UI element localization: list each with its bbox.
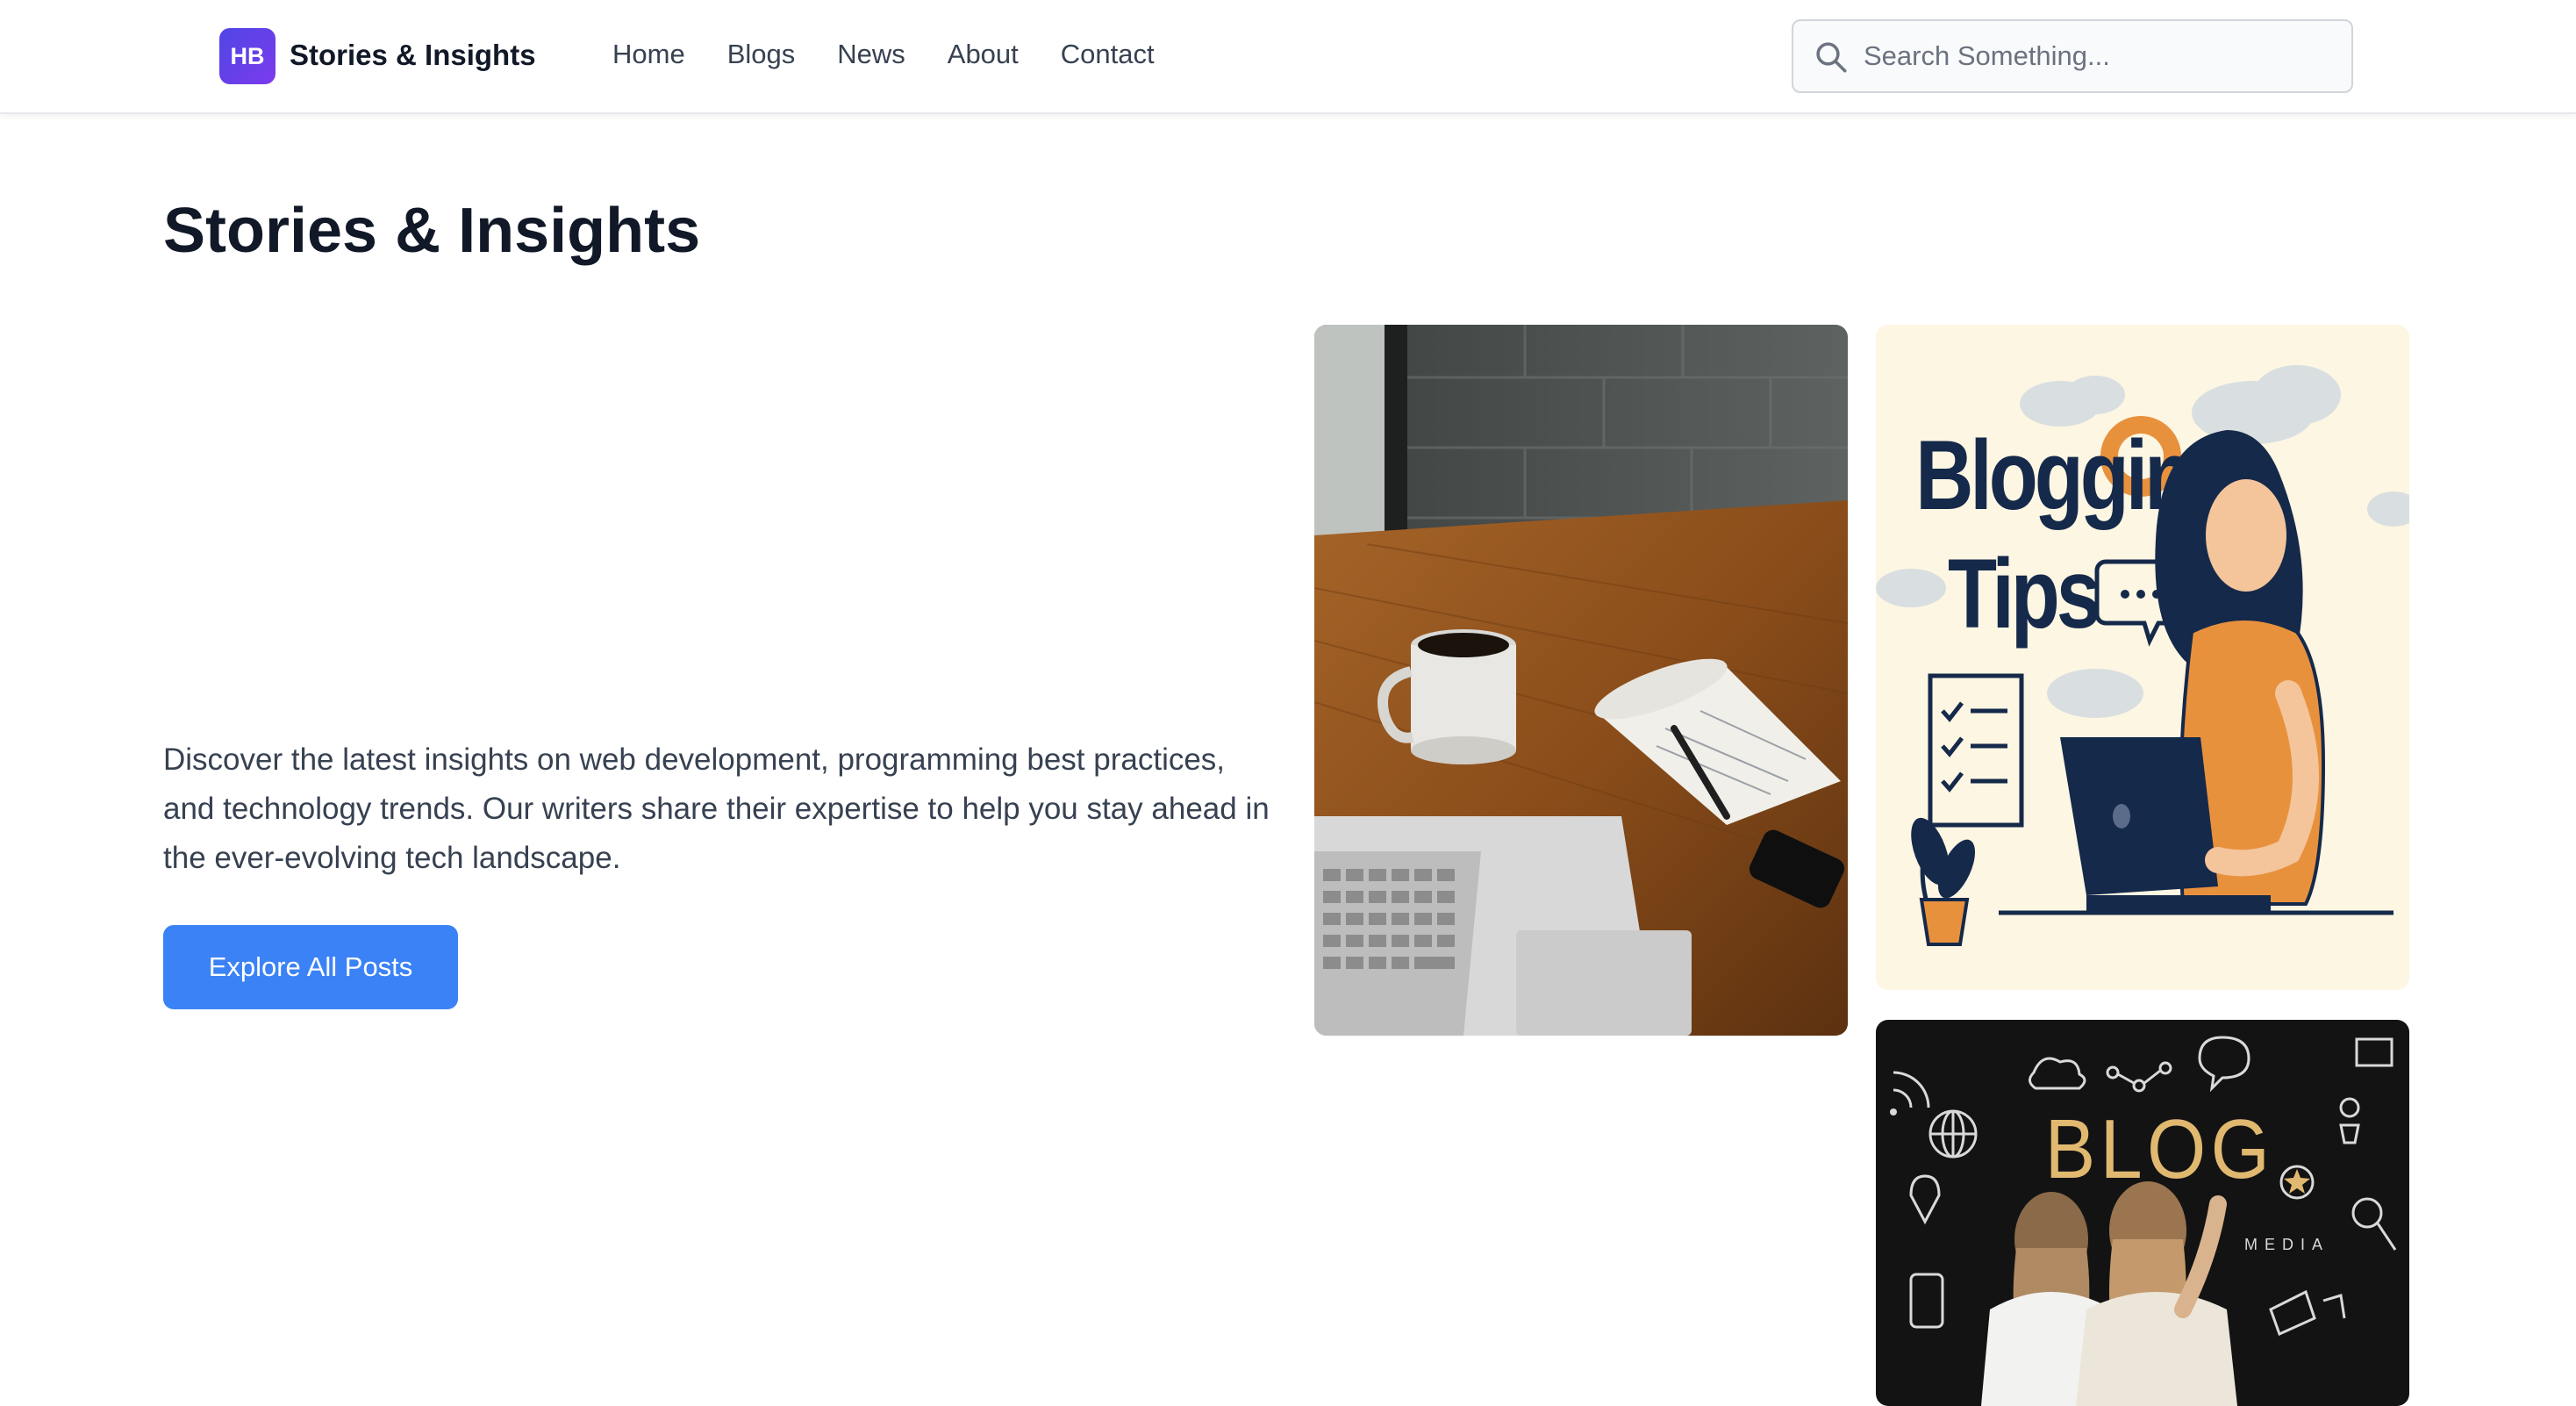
nav-home[interactable]: Home	[612, 39, 685, 70]
blog-chalk-word: BLOG	[2045, 1102, 2275, 1196]
nav-about[interactable]: About	[948, 39, 1019, 70]
tips-title-line1: Bloggin	[1915, 420, 2190, 530]
brand-name[interactable]: Stories & Insights	[290, 39, 536, 72]
media-chalk-word: MEDIA	[2244, 1236, 2329, 1253]
tips-title-line2: Tips	[1948, 538, 2098, 649]
blog-chalkboard-image: BLOG MEDIA	[1876, 1020, 2409, 1406]
nav-contact[interactable]: Contact	[1061, 39, 1155, 70]
desk-coffee-image	[1314, 325, 1848, 1036]
nav-news[interactable]: News	[837, 39, 905, 70]
logo-badge[interactable]: HB	[219, 28, 275, 84]
main-nav: Home Blogs News About Contact	[612, 39, 1155, 70]
top-navbar: HB Stories & Insights Home Blogs News Ab…	[0, 0, 2576, 114]
search-box	[1792, 19, 2353, 93]
nav-blogs[interactable]: Blogs	[727, 39, 796, 70]
page-title: Stories & Insights	[163, 196, 701, 266]
search-icon	[1816, 42, 1847, 73]
search-input[interactable]	[1864, 21, 2337, 91]
hero-description: Discover the latest insights on web deve…	[163, 742, 1270, 875]
explore-all-posts-button[interactable]: Explore All Posts	[163, 925, 458, 1009]
blogging-tips-image: Bloggin Tips	[1876, 325, 2409, 990]
